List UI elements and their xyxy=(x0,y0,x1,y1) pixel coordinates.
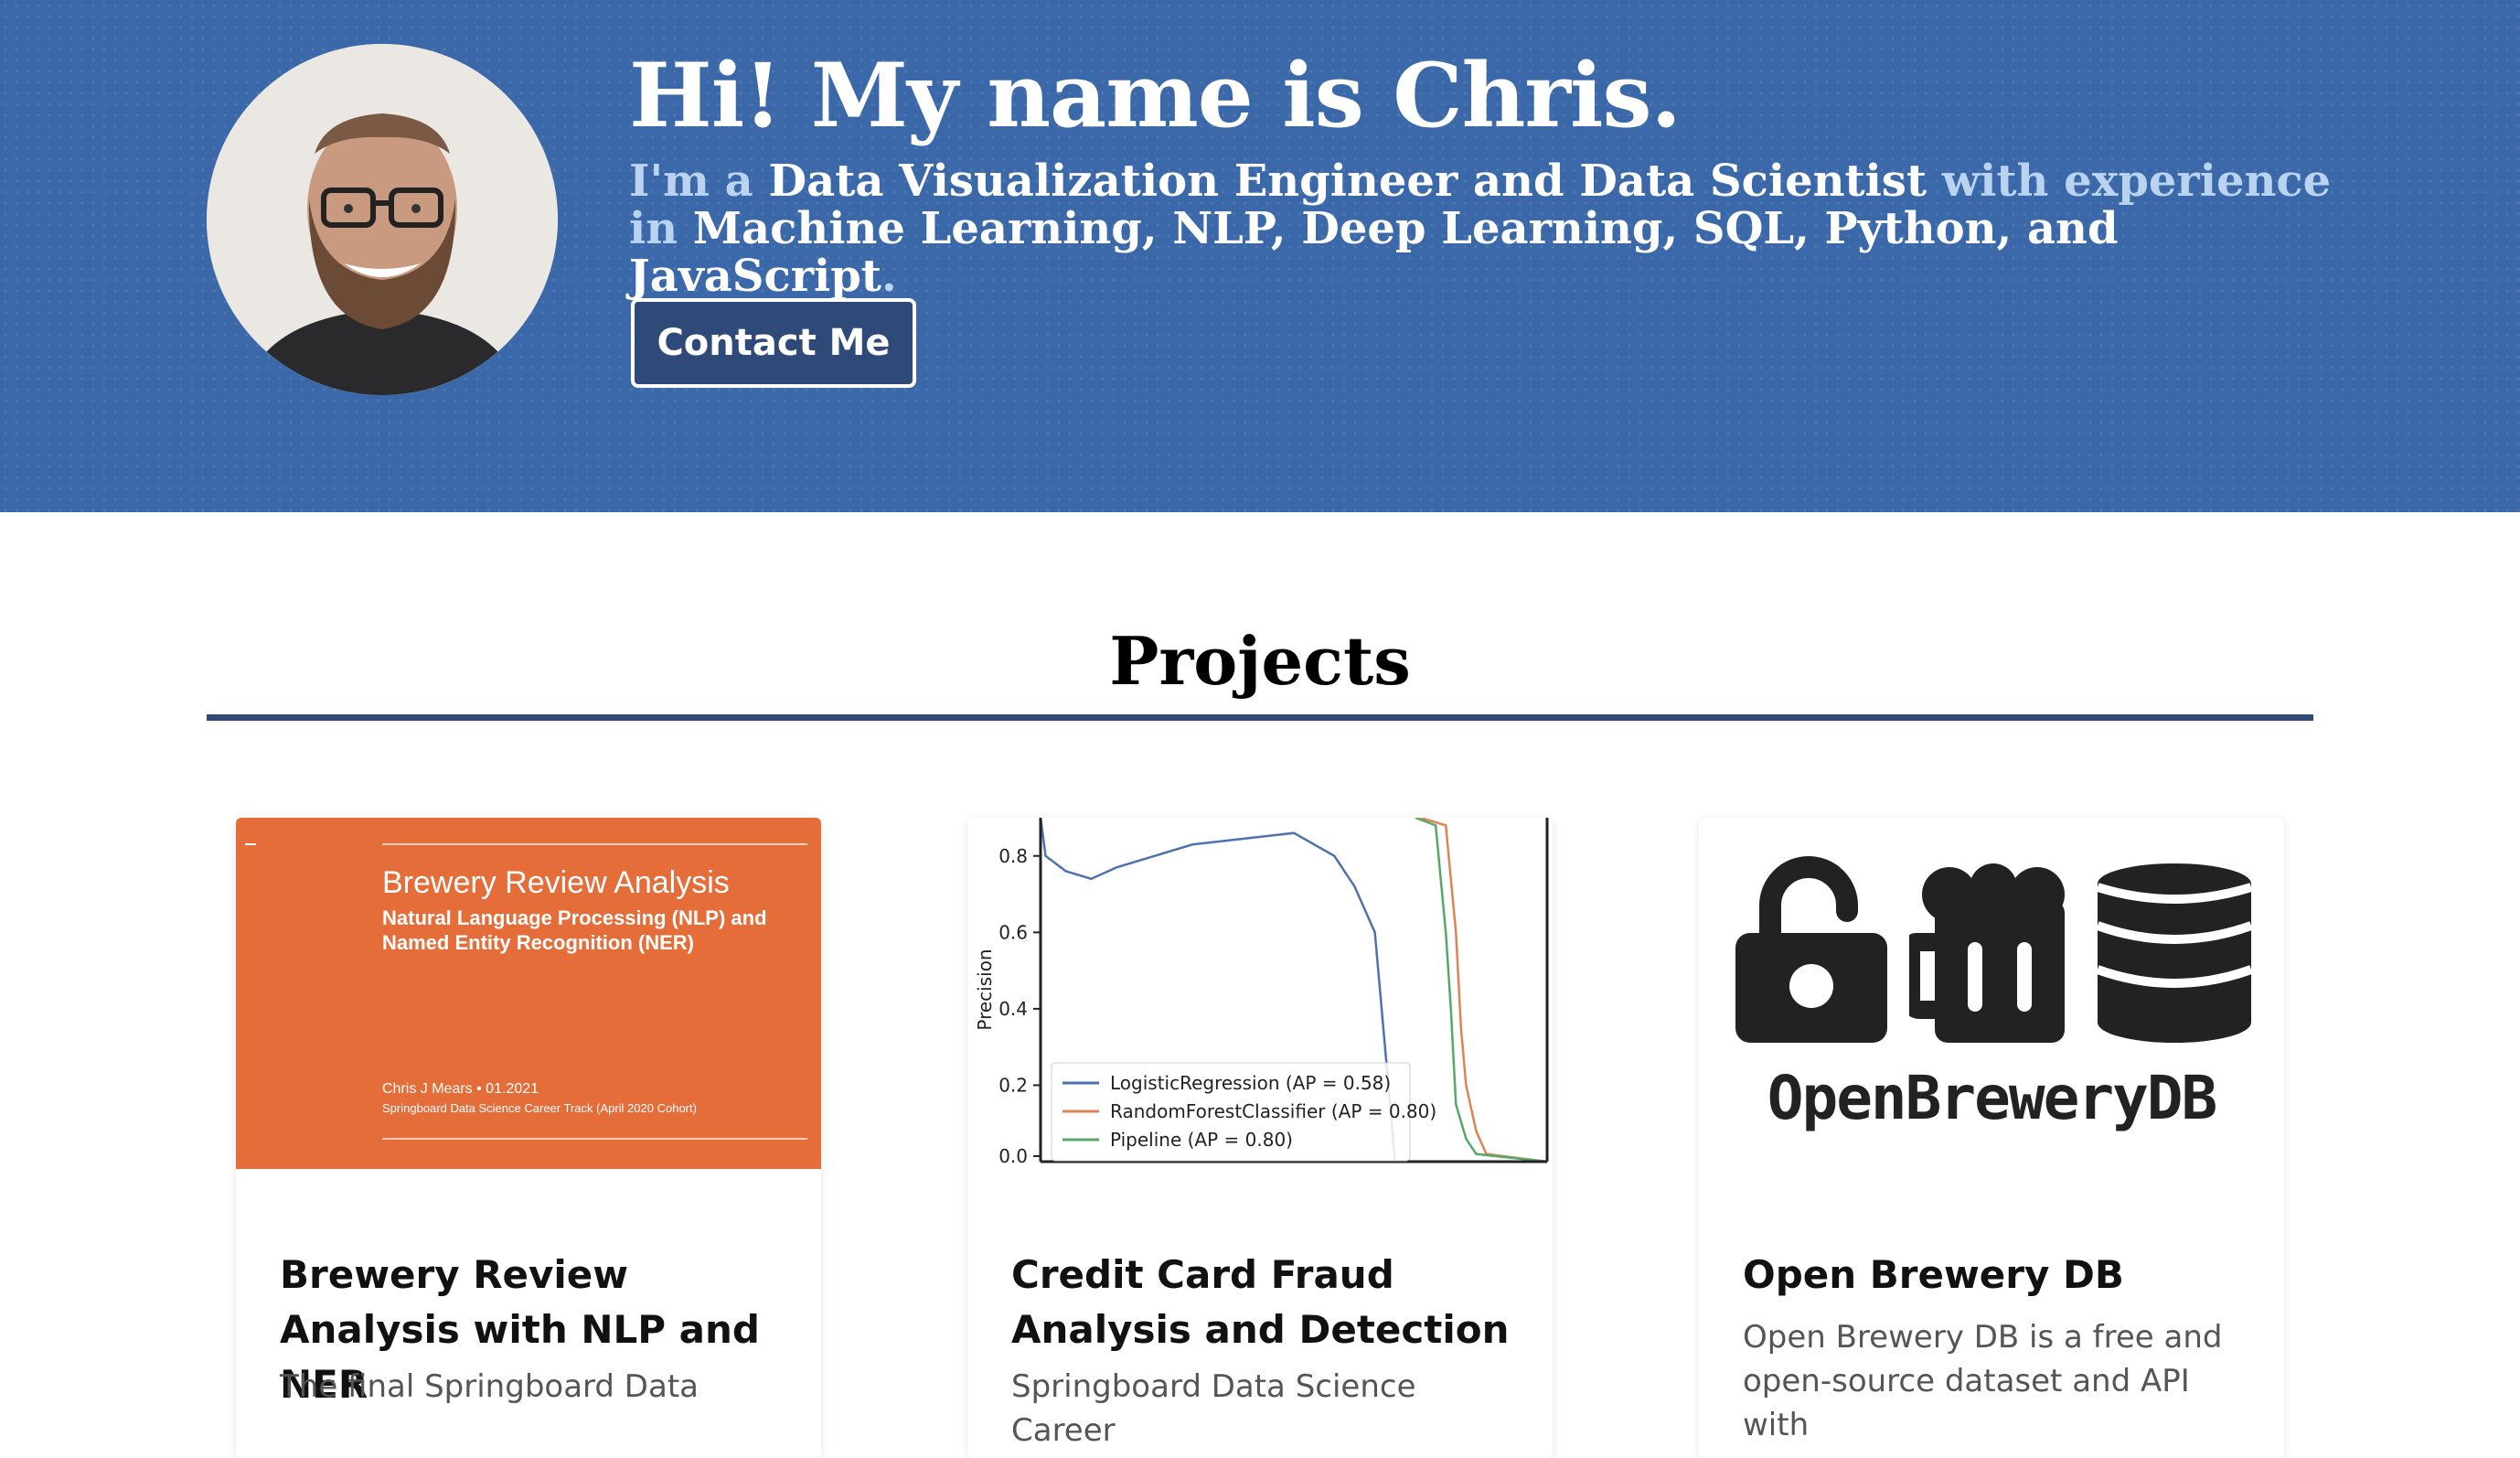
hero-banner: Hi! My name is Chris. I'm a Data Visuali… xyxy=(0,0,2520,512)
chart-ytick-label: 0.6 xyxy=(998,921,1028,943)
projects-heading: Projects xyxy=(1109,622,1411,700)
chart-legend-label: RandomForestClassifier (AP = 0.80) xyxy=(1110,1100,1436,1122)
beer-mug-icon xyxy=(1909,863,2065,1043)
database-icon xyxy=(2096,863,2253,1043)
project-card-open-brewery-db[interactable]: OpenBreweryDB Open Brewery DB Open Brewe… xyxy=(1699,818,2284,1458)
hero-subtitle: I'm a Data Visualization Engineer and Da… xyxy=(629,157,2366,300)
avatar xyxy=(207,44,558,395)
slide-title: Brewery Review Analysis xyxy=(382,865,730,900)
project-card-credit-card-fraud[interactable]: 0.0 0.2 0.4 0.6 0.8 Precision LogisticRegres… xyxy=(967,818,1553,1458)
project-card-description: Springboard Data Science Career xyxy=(1011,1368,1416,1449)
slide-rule-bottom xyxy=(382,1138,807,1140)
project-card-title[interactable]: Open Brewery DB xyxy=(1743,1248,2255,1303)
project-card-description: Open Brewery DB is a free and open-sourc… xyxy=(1743,1319,2223,1443)
chart-ytick-label: 0.4 xyxy=(998,998,1028,1020)
hero-subtitle-part: Data Visualization Engineer and Data Sci… xyxy=(768,155,1927,207)
chart-legend-label: Pipeline (AP = 0.80) xyxy=(1110,1129,1293,1151)
chart-ytick-label: 0.0 xyxy=(998,1145,1028,1167)
slide-dash xyxy=(245,843,256,845)
hero-subtitle-part: . xyxy=(881,251,897,302)
contact-me-button[interactable]: Contact Me xyxy=(631,298,916,388)
project-thumbnail-slide[interactable]: Brewery Review Analysis Natural Language… xyxy=(236,818,821,1169)
chart-legend-label: LogisticRegression (AP = 0.58) xyxy=(1110,1072,1391,1094)
project-card-title[interactable]: Credit Card Fraud Analysis and Detection xyxy=(1011,1248,1523,1357)
chart-ytick-label: 0.8 xyxy=(998,845,1028,867)
project-thumbnail-logo[interactable]: OpenBreweryDB xyxy=(1699,818,2284,1169)
open-brewery-db-wordmark: OpenBreweryDB xyxy=(1767,1063,2218,1133)
chart-ylabel: Precision xyxy=(974,949,996,1030)
hero-subtitle-part: Machine Learning, NLP, Deep Learning, SQ… xyxy=(629,203,2119,302)
slide-author: Chris J Mears • 01.2021 xyxy=(382,1081,539,1097)
precision-recall-chart[interactable]: 0.0 0.2 0.4 0.6 0.8 Precision LogisticRegres… xyxy=(967,818,1553,1169)
slide-subtitle: Natural Language Processing (NLP) and Na… xyxy=(382,906,767,954)
chart-ytick-label: 0.2 xyxy=(998,1074,1028,1096)
section-divider xyxy=(207,714,2313,721)
hero-title: Hi! My name is Chris. xyxy=(629,44,1682,147)
slide-track: Springboard Data Science Career Track (A… xyxy=(382,1101,697,1115)
profile-photo xyxy=(207,44,558,395)
hero-subtitle-part: I'm a xyxy=(629,155,769,207)
project-card-description: The final Springboard Data xyxy=(280,1368,699,1405)
unlocked-padlock-icon xyxy=(1735,856,1887,1043)
project-card-brewery-review[interactable]: Brewery Review Analysis Natural Language… xyxy=(236,818,821,1458)
slide-rule-top xyxy=(382,843,807,845)
